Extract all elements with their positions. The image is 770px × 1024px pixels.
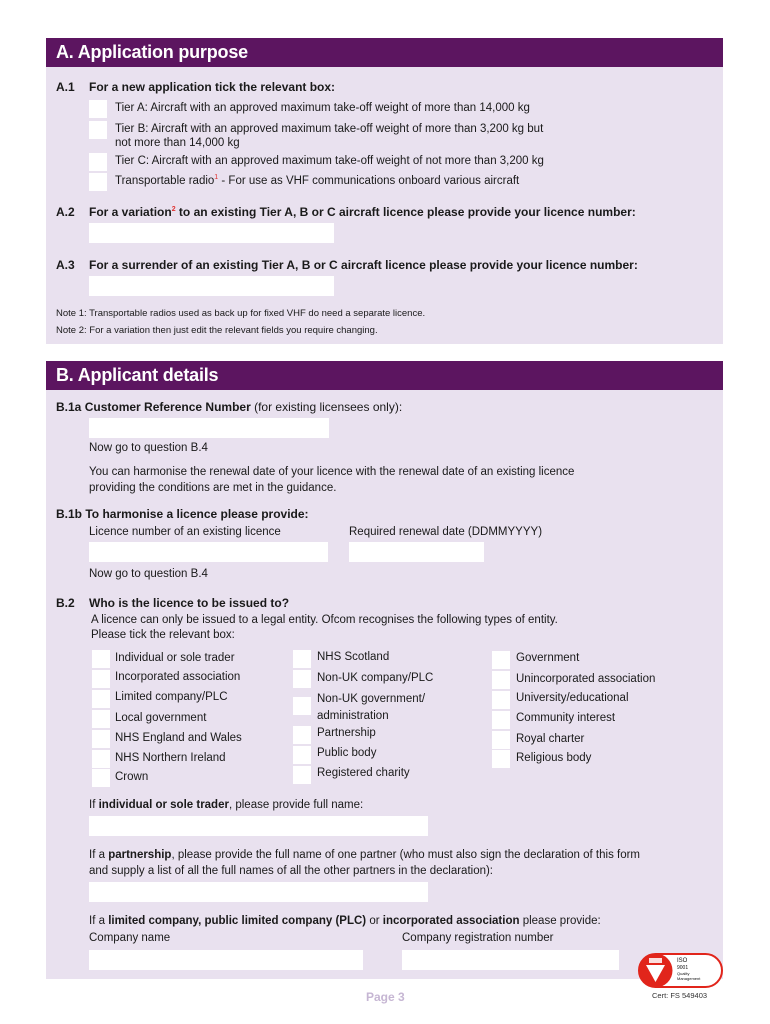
- tier-b-label: Tier B: Aircraft with an approved maximu…: [115, 123, 544, 149]
- tier-c-label: Tier C: Aircraft with an approved maximu…: [115, 155, 544, 167]
- entity-individual-label: Individual or sole trader: [115, 652, 235, 664]
- surrender-licence-number-input[interactable]: [89, 276, 334, 296]
- entity-non-uk-government-label: Non-UK government/ administration: [317, 693, 426, 722]
- bsi-iso-9001-logo: ISO 9001 Quality Management: [638, 953, 723, 988]
- note-1: Note 1: Transportable radios used as bac…: [56, 308, 426, 319]
- renewal-date-input[interactable]: [349, 542, 484, 562]
- entity-registered-charity-checkbox[interactable]: [293, 766, 311, 784]
- entity-religious-body-checkbox[interactable]: [492, 750, 510, 768]
- partner-full-name-input[interactable]: [89, 882, 428, 902]
- a1-question: A.1 For a new application tick the releva…: [56, 80, 336, 94]
- partnership-label: If a partnership, please provide the ful…: [89, 849, 641, 877]
- a2-question: A.2 For a variation2 to an existing Tier …: [56, 205, 636, 219]
- certificate-number: Cert: FS 549403: [652, 991, 708, 1000]
- entity-public-body-checkbox[interactable]: [293, 746, 311, 764]
- entity-local-government-label: Local government: [115, 712, 207, 724]
- harmonise-text: You can harmonise the renewal date of yo…: [89, 466, 575, 494]
- company-name-input[interactable]: [89, 950, 363, 970]
- entity-religious-body-label: Religious body: [516, 752, 592, 764]
- entity-community-interest-label: Community interest: [516, 712, 616, 724]
- entity-university-label: University/educational: [516, 692, 629, 704]
- existing-licence-label: Licence number of an existing licence: [89, 526, 281, 538]
- existing-licence-number-input[interactable]: [89, 542, 328, 562]
- entity-public-body-label: Public body: [317, 747, 377, 759]
- entity-non-uk-government-checkbox[interactable]: [293, 697, 311, 715]
- b1a-goto-text: Now go to question B.4: [89, 442, 208, 454]
- entity-crown-checkbox[interactable]: [92, 769, 110, 787]
- entity-royal-charter-label: Royal charter: [516, 733, 585, 745]
- individual-name-label: If individual or sole trader, please pro…: [89, 799, 364, 811]
- entity-nhs-scotland-checkbox[interactable]: [293, 650, 311, 668]
- entity-individual-checkbox[interactable]: [92, 650, 110, 668]
- b2-intro: A licence can only be issued to a legal …: [91, 614, 558, 641]
- entity-registered-charity-label: Registered charity: [317, 767, 410, 779]
- entity-crown-label: Crown: [115, 771, 149, 783]
- tier-b-checkbox[interactable]: [89, 121, 107, 139]
- entity-incorporated-association-checkbox[interactable]: [92, 670, 110, 688]
- entity-university-checkbox[interactable]: [492, 691, 510, 709]
- tier-a-label: Tier A: Aircraft with an approved maximu…: [115, 102, 530, 114]
- entity-unincorporated-association-checkbox[interactable]: [492, 671, 510, 689]
- b1b-goto-text: Now go to question B.4: [89, 568, 208, 580]
- b1b-question: B.1b To harmonise a licence please provi…: [56, 507, 309, 521]
- tier-a-checkbox[interactable]: [89, 100, 107, 118]
- entity-government-checkbox[interactable]: [492, 651, 510, 669]
- transportable-radio-checkbox[interactable]: [89, 173, 107, 191]
- transportable-radio-label: Transportable radio1 - For use as VHF co…: [115, 174, 520, 187]
- entity-local-government-checkbox[interactable]: [92, 710, 110, 728]
- entity-government-label: Government: [516, 652, 580, 664]
- variation-licence-number-input[interactable]: [89, 223, 334, 243]
- entity-nhs-northern-ireland-checkbox[interactable]: [92, 750, 110, 768]
- entity-royal-charter-checkbox[interactable]: [492, 731, 510, 749]
- entity-partnership-checkbox[interactable]: [293, 726, 311, 744]
- section-b-title: B. Applicant details: [46, 361, 723, 390]
- entity-limited-company-checkbox[interactable]: [92, 690, 110, 708]
- tier-c-checkbox[interactable]: [89, 153, 107, 171]
- management-text: Management: [677, 976, 701, 981]
- company-registration-input[interactable]: [402, 950, 619, 970]
- renewal-date-label: Required renewal date (DDMMYYYY): [349, 526, 543, 538]
- entity-unincorporated-association-label: Unincorporated association: [516, 673, 656, 685]
- entity-non-uk-company-label: Non-UK company/PLC: [317, 672, 434, 684]
- page-number: Page 3: [366, 990, 405, 1004]
- individual-full-name-input[interactable]: [89, 816, 428, 836]
- entity-partnership-label: Partnership: [317, 727, 376, 739]
- entity-non-uk-company-checkbox[interactable]: [293, 670, 311, 688]
- entity-community-interest-checkbox[interactable]: [492, 711, 510, 729]
- section-a-title: A. Application purpose: [46, 38, 723, 67]
- note-2: Note 2: For a variation then just edit t…: [56, 325, 378, 336]
- entity-nhs-scotland-label: NHS Scotland: [317, 651, 390, 663]
- entity-nhs-england-wales-checkbox[interactable]: [92, 730, 110, 748]
- entity-limited-company-label: Limited company/PLC: [115, 691, 228, 703]
- company-name-label: Company name: [89, 932, 171, 944]
- b2-question: B.2 Who is the licence to be issued to?: [56, 596, 290, 610]
- entity-nhs-northern-ireland-label: NHS Northern Ireland: [115, 752, 226, 764]
- entity-incorporated-association-label: Incorporated association: [115, 671, 241, 683]
- company-label: If a limited company, public limited com…: [89, 915, 601, 927]
- customer-reference-number-input[interactable]: [89, 418, 329, 438]
- company-registration-label: Company registration number: [402, 932, 554, 944]
- entity-nhs-england-wales-label: NHS England and Wales: [115, 732, 242, 744]
- iso-text: ISO: [677, 958, 688, 964]
- a3-question: A.3 For a surrender of an existing Tier A…: [56, 258, 638, 272]
- b1a-question: B.1a Customer Reference Number (for exis…: [56, 400, 403, 414]
